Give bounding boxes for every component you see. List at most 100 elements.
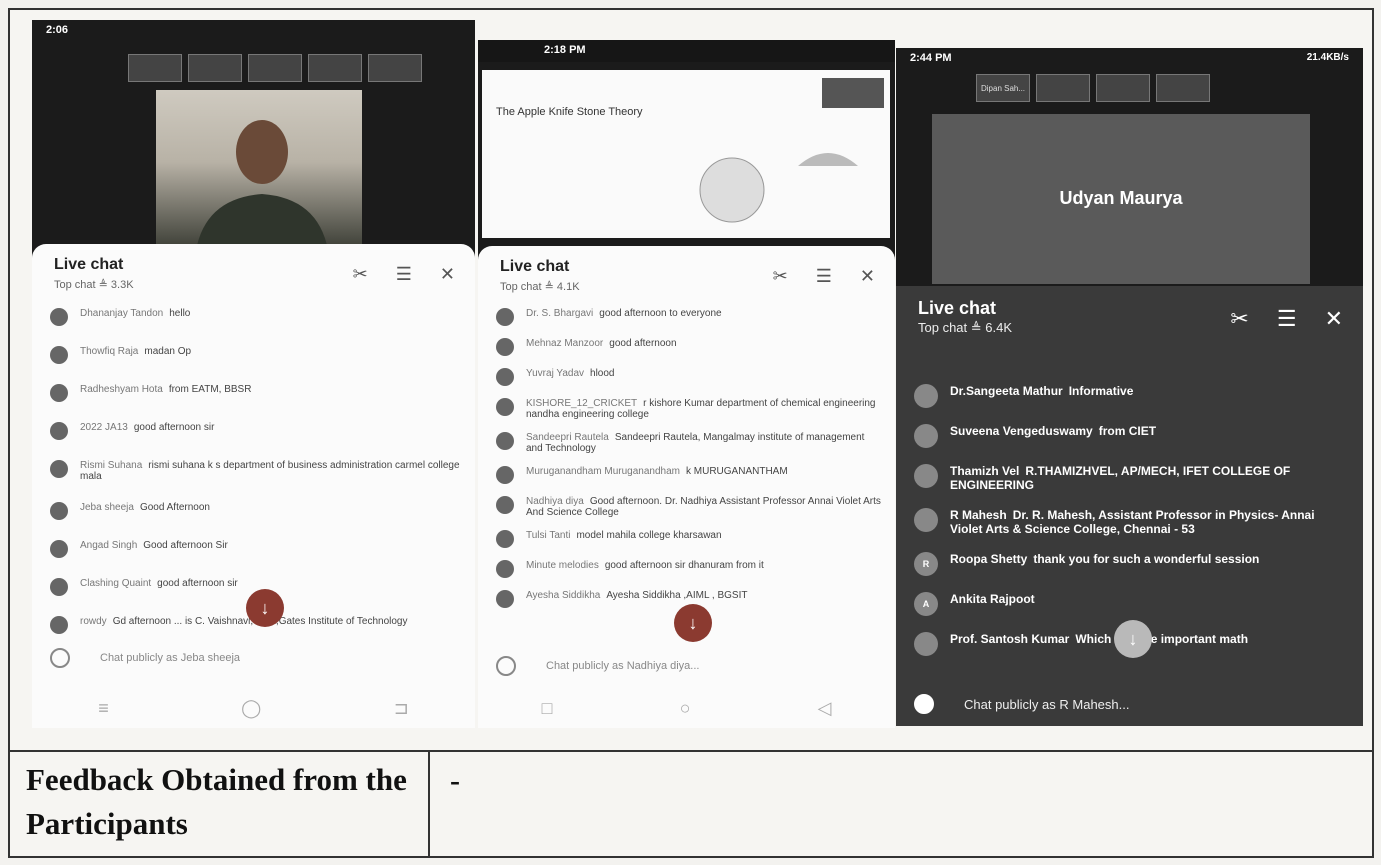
avatar[interactable]	[496, 338, 514, 356]
chat-message[interactable]: Thamizh Vel R.THAMIZHVEL, AP/MECH, IFET C…	[914, 464, 1349, 492]
avatar[interactable]	[496, 530, 514, 548]
avatar[interactable]	[914, 424, 938, 448]
chat-viewer-count[interactable]: Top chat ≜ 3.3K	[54, 278, 134, 291]
chat-message[interactable]: Yuvraj Yadav hlood	[496, 368, 881, 386]
chat-message[interactable]: Jeba sheeja Good Afternoon	[50, 502, 461, 520]
screenshot-collage: 2:06 Live chat Top chat ≜ 3.3K ✂ ☰ ✕ Dha…	[10, 10, 1372, 752]
avatar[interactable]	[496, 560, 514, 578]
participant-thumb[interactable]	[128, 54, 182, 82]
scissors-icon[interactable]: ✂	[773, 266, 788, 287]
close-icon[interactable]: ✕	[440, 264, 455, 285]
emoji-icon[interactable]	[50, 648, 70, 668]
home-nav-icon[interactable]: ◯	[241, 698, 261, 719]
chat-message[interactable]: Rismi Suhana rismi suhana k s department …	[50, 460, 461, 482]
participant-thumb[interactable]	[1156, 74, 1210, 102]
chat-message[interactable]: 2022 JA13 good afternoon sir	[50, 422, 461, 440]
chat-message[interactable]: Dr. S. Bhargavi good afternoon to everyon…	[496, 308, 881, 326]
back-nav-icon[interactable]: ◁	[818, 698, 832, 719]
home-nav-icon[interactable]: ○	[680, 698, 691, 719]
close-icon[interactable]: ✕	[1325, 306, 1343, 332]
avatar[interactable]	[914, 464, 938, 488]
chat-message[interactable]: Radheshyam Hota from EATM, BBSR	[50, 384, 461, 402]
message-text: good afternoon	[609, 338, 677, 349]
chat-message[interactable]: Tulsi Tanti model mahila college kharsawa…	[496, 530, 881, 548]
speaker-person-image	[196, 120, 328, 250]
avatar[interactable]	[50, 502, 68, 520]
emoji-icon[interactable]	[496, 656, 516, 676]
avatar[interactable]	[496, 466, 514, 484]
scissors-icon[interactable]: ✂	[1230, 306, 1248, 332]
message-author: rowdy	[80, 616, 107, 627]
chat-viewer-count[interactable]: Top chat ≜ 6.4K	[918, 320, 1012, 336]
avatar[interactable]	[496, 308, 514, 326]
chat-message[interactable]: R Mahesh Dr. R. Mahesh, Assistant Profess…	[914, 508, 1349, 536]
message-author: Rismi Suhana	[80, 460, 143, 471]
chat-message[interactable]: Dhananjay Tandon hello	[50, 308, 461, 326]
network-speed: 21.4KB/s	[1306, 52, 1349, 63]
status-bar: 2:18 PM	[478, 40, 895, 62]
chat-message[interactable]: Angad Singh Good afternoon Sir	[50, 540, 461, 558]
avatar[interactable]	[50, 384, 68, 402]
avatar[interactable]	[50, 460, 68, 478]
participant-thumb[interactable]	[1096, 74, 1150, 102]
feedback-row: Feedback Obtained from the Participants …	[10, 752, 1372, 856]
avatar[interactable]	[496, 432, 514, 450]
filter-icon[interactable]: ☰	[396, 264, 412, 285]
participant-thumb[interactable]	[1036, 74, 1090, 102]
back-nav-icon[interactable]: ⊐	[394, 698, 409, 719]
avatar[interactable]	[50, 578, 68, 596]
chat-message[interactable]: Dr.Sangeeta Mathur Informative	[914, 384, 1349, 408]
avatar[interactable]	[496, 590, 514, 608]
close-icon[interactable]: ✕	[860, 266, 875, 287]
message-body: Radheshyam Hota from EATM, BBSR	[80, 384, 251, 395]
avatar[interactable]	[50, 616, 68, 634]
message-author: Minute melodies	[526, 560, 599, 571]
chat-message[interactable]: KISHORE_12_CRICKET r kishore Kumar depart…	[496, 398, 881, 420]
avatar[interactable]: A	[914, 592, 938, 616]
avatar[interactable]	[50, 346, 68, 364]
message-body: Nadhiya diya Good afternoon. Dr. Nadhiya …	[526, 496, 881, 518]
avatar[interactable]	[496, 496, 514, 514]
avatar[interactable]	[50, 422, 68, 440]
filter-icon[interactable]: ☰	[816, 266, 832, 287]
chat-message[interactable]: Thowfiq Raja madan Op	[50, 346, 461, 364]
filter-icon[interactable]: ☰	[1277, 306, 1297, 332]
emoji-icon[interactable]	[914, 694, 934, 714]
participant-thumb[interactable]	[188, 54, 242, 82]
chat-message[interactable]: Minute melodies good afternoon sir dhanur…	[496, 560, 881, 578]
message-author: Dr. S. Bhargavi	[526, 308, 594, 319]
avatar[interactable]	[50, 540, 68, 558]
chat-message[interactable]: A Ankita Rajpoot	[914, 592, 1349, 616]
chat-message[interactable]: Nadhiya diya Good afternoon. Dr. Nadhiya …	[496, 496, 881, 518]
participant-thumb[interactable]	[248, 54, 302, 82]
avatar[interactable]	[496, 398, 514, 416]
message-body: R Mahesh Dr. R. Mahesh, Assistant Profess…	[950, 508, 1349, 536]
participant-thumb[interactable]	[368, 54, 422, 82]
participant-thumb[interactable]: Dipan Sah...	[976, 74, 1030, 102]
avatar[interactable]	[914, 508, 938, 532]
chat-input[interactable]: Chat publicly as Jeba sheeja	[50, 648, 461, 668]
chat-message[interactable]: Sandeepri Rautela Sandeepri Rautela, Mang…	[496, 432, 881, 454]
message-body: Prof. Santosh Kumar Which is more importa…	[950, 632, 1248, 646]
avatar[interactable]: R	[914, 552, 938, 576]
menu-nav-icon[interactable]: ≡	[98, 698, 109, 719]
scroll-down-button[interactable]: ↓	[1114, 620, 1152, 658]
scissors-icon[interactable]: ✂	[353, 264, 368, 285]
avatar[interactable]	[496, 368, 514, 386]
chat-message[interactable]: R Roopa Shetty thank you for such a wonder…	[914, 552, 1349, 576]
recent-apps-icon[interactable]: □	[542, 698, 553, 719]
scroll-down-button[interactable]: ↓	[674, 604, 712, 642]
avatar[interactable]	[914, 384, 938, 408]
chat-message[interactable]: Muruganandham Muruganandham k MURUGANANTH…	[496, 466, 881, 484]
scroll-down-button[interactable]: ↓	[246, 589, 284, 627]
participant-thumb[interactable]	[308, 54, 362, 82]
avatar[interactable]	[914, 632, 938, 656]
message-author: Angad Singh	[80, 540, 138, 551]
chat-input[interactable]: Chat publicly as R Mahesh...	[914, 694, 1349, 714]
chat-viewer-count[interactable]: Top chat ≜ 4.1K	[500, 280, 580, 293]
speaker-tile: Udyan Maurya	[932, 114, 1310, 284]
chat-message[interactable]: Mehnaz Manzoor good afternoon	[496, 338, 881, 356]
chat-message[interactable]: Suveena Vengeduswamy from CIET	[914, 424, 1349, 448]
avatar[interactable]	[50, 308, 68, 326]
chat-input[interactable]: Chat publicly as Nadhiya diya...	[496, 656, 881, 676]
